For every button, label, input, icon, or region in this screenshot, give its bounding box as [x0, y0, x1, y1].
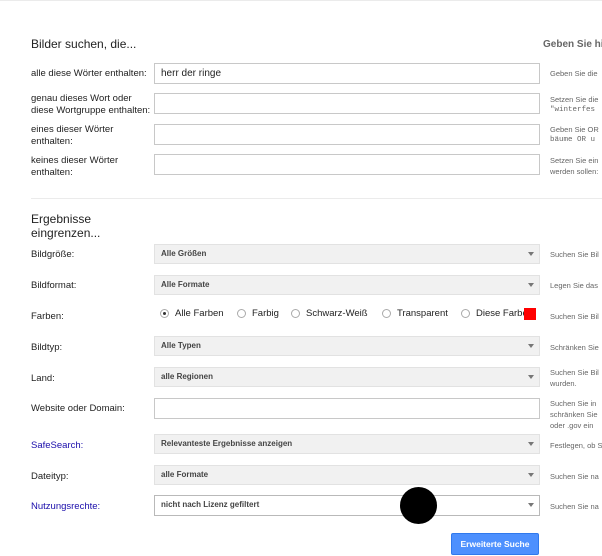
hint-exact-phrase: Setzen Sie die "winterfes — [550, 95, 599, 114]
chevron-down-icon — [528, 473, 534, 477]
region-select[interactable]: alle Regionen — [154, 367, 540, 387]
color-swatch[interactable] — [524, 308, 536, 320]
label-aspect-ratio: Bildformat: — [31, 280, 77, 291]
section-title-narrow: Ergebnisse eingrenzen... — [31, 212, 101, 240]
color-option-transparent[interactable]: Transparent — [382, 308, 448, 319]
color-option-color[interactable]: Farbig — [237, 308, 279, 319]
section-divider — [31, 198, 602, 199]
label-region: Land: — [31, 373, 55, 384]
hint-any-words: Geben Sie OR bäume OR u — [550, 125, 599, 144]
file-type-value: alle Formate — [161, 470, 209, 479]
chevron-down-icon — [528, 375, 534, 379]
usage-rights-link[interactable]: Nutzungsrechte: — [31, 501, 100, 513]
hint-file-type: Suchen Sie na — [550, 472, 599, 481]
image-type-select[interactable]: Alle Typen — [154, 336, 540, 356]
region-value: alle Regionen — [161, 372, 214, 381]
hint-header: Geben Sie hi — [543, 39, 602, 50]
hint-aspect-ratio: Legen Sie das — [550, 281, 598, 290]
site-input[interactable] — [154, 398, 540, 419]
chevron-down-icon — [528, 442, 534, 446]
safesearch-value: Relevanteste Ergebnisse anzeigen — [161, 439, 293, 448]
hint-usage-rights: Suchen Sie na — [550, 502, 599, 511]
aspect-ratio-value: Alle Formate — [161, 280, 210, 289]
label-exact-phrase: genau dieses Wort oder diese Wortgruppe … — [31, 93, 151, 116]
top-divider — [0, 0, 602, 1]
any-words-input[interactable] — [154, 124, 540, 145]
label-all-words: alle diese Wörter enthalten: — [31, 68, 147, 79]
cursor-indicator — [400, 487, 437, 524]
radio-selected-icon — [160, 309, 169, 318]
chevron-down-icon — [528, 344, 534, 348]
radio-icon — [461, 309, 470, 318]
hint-image-size: Suchen Sie Bil — [550, 250, 599, 259]
label-site: Website oder Domain: — [31, 403, 125, 414]
hint-none-words: Setzen Sie ein werden sollen: — [550, 156, 599, 176]
label-none-words: keines dieser Wörter enthalten: — [31, 155, 119, 178]
radio-icon — [237, 309, 246, 318]
aspect-ratio-select[interactable]: Alle Formate — [154, 275, 540, 295]
hint-site: Suchen Sie in schränken Sie oder .gov ei… — [550, 399, 598, 430]
image-size-value: Alle Größen — [161, 249, 207, 258]
image-size-select[interactable]: Alle Größen — [154, 244, 540, 264]
safesearch-link[interactable]: SafeSearch: — [31, 440, 83, 452]
label-image-type: Bildtyp: — [31, 342, 63, 353]
hint-region: Suchen Sie Bil wurden. — [550, 368, 599, 388]
image-type-value: Alle Typen — [161, 341, 201, 350]
label-any-words: eines dieser Wörter enthalten: — [31, 124, 114, 147]
all-words-input[interactable] — [154, 63, 540, 84]
section-title-find: Bilder suchen, die... — [31, 37, 137, 51]
usage-rights-value: nicht nach Lizenz gefiltert — [161, 500, 260, 509]
hint-safesearch: Festlegen, ob S — [550, 441, 602, 450]
color-option-this[interactable]: Diese Farbe — [461, 308, 528, 319]
exact-phrase-input[interactable] — [154, 93, 540, 114]
chevron-down-icon — [528, 252, 534, 256]
file-type-select[interactable]: alle Formate — [154, 465, 540, 485]
advanced-search-button[interactable]: Erweiterte Suche — [451, 533, 539, 555]
none-words-input[interactable] — [154, 154, 540, 175]
hint-colors: Suchen Sie Bil — [550, 312, 599, 321]
label-image-size: Bildgröße: — [31, 249, 75, 260]
safesearch-select[interactable]: Relevanteste Ergebnisse anzeigen — [154, 434, 540, 454]
radio-icon — [291, 309, 300, 318]
radio-icon — [382, 309, 391, 318]
usage-rights-select[interactable]: nicht nach Lizenz gefiltert — [154, 495, 540, 516]
label-colors: Farben: — [31, 311, 64, 322]
color-option-all[interactable]: Alle Farben — [160, 308, 224, 319]
chevron-down-icon — [528, 503, 534, 507]
chevron-down-icon — [528, 283, 534, 287]
label-file-type: Dateityp: — [31, 471, 69, 482]
hint-all-words: Geben Sie die — [550, 69, 598, 78]
color-option-bw[interactable]: Schwarz-Weiß — [291, 308, 368, 319]
hint-image-type: Schränken Sie — [550, 343, 599, 352]
